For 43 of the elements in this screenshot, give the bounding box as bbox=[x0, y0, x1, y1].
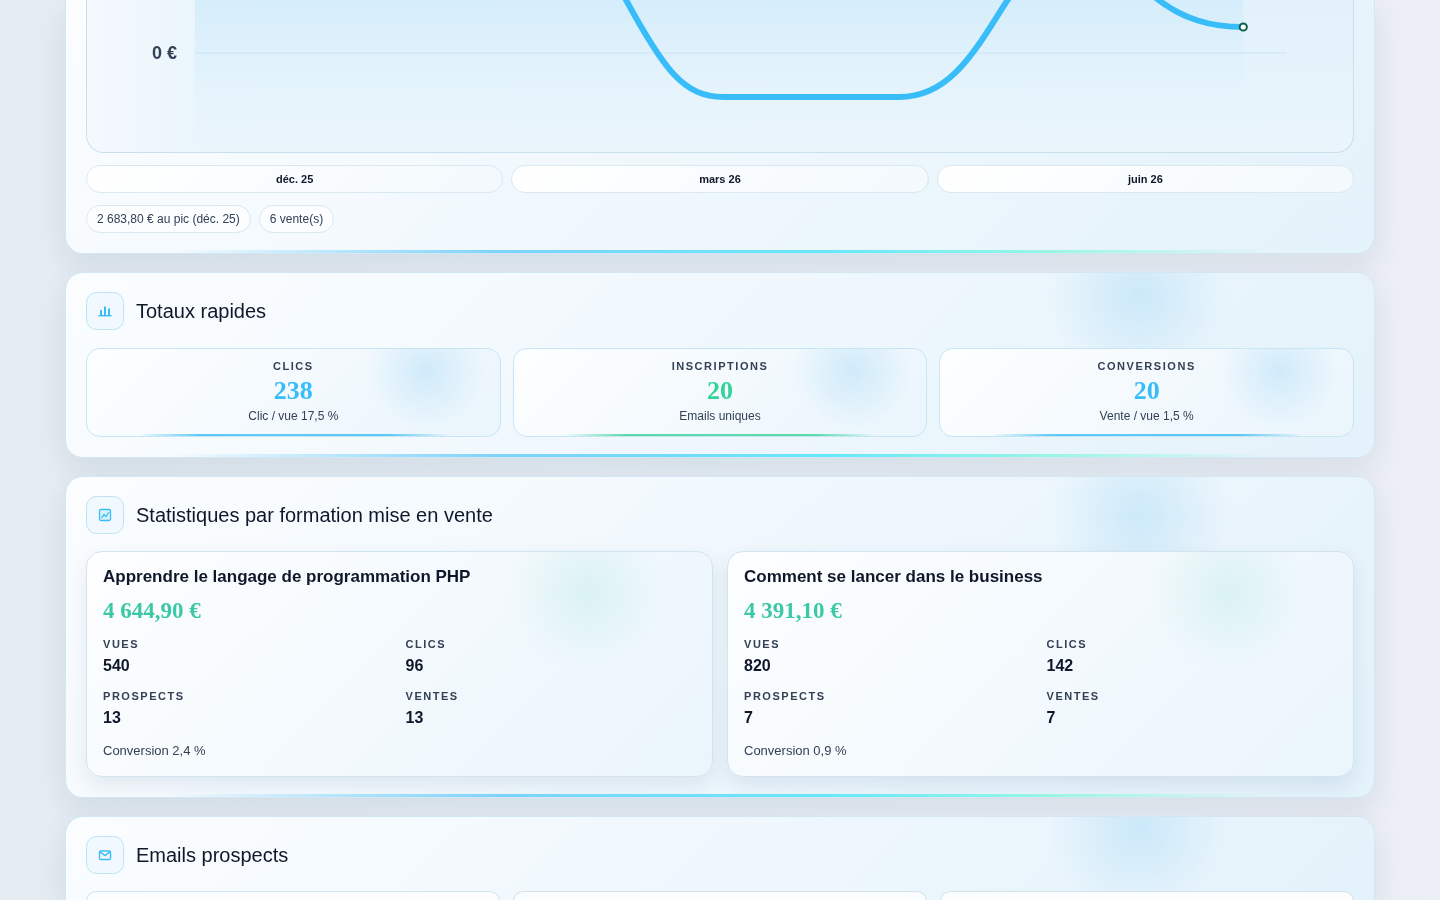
envelope-icon bbox=[86, 836, 124, 874]
metric-label: CLICS bbox=[1046, 637, 1089, 651]
metric-value: 7 bbox=[744, 708, 754, 728]
metric-label: VENTES bbox=[405, 689, 460, 703]
stat-value: 20 bbox=[1132, 377, 1161, 405]
metric-label: VUES bbox=[103, 637, 141, 651]
stat-detail: Emails uniques bbox=[678, 408, 762, 424]
section-title: Totaux rapides bbox=[136, 299, 267, 323]
revenue-amount: 4 644,90 € bbox=[103, 597, 202, 625]
section-title: Emails prospects bbox=[136, 843, 289, 867]
period-label: juin 26 bbox=[936, 165, 1354, 193]
stat-detail: Vente / vue 1,5 % bbox=[1098, 408, 1195, 424]
stat-label: CLICS bbox=[271, 359, 315, 373]
metric-label: CLICS bbox=[405, 637, 448, 651]
metric-value: 540 bbox=[103, 656, 131, 676]
bar-chart-icon bbox=[86, 292, 124, 330]
course-title: Apprendre le langage de programmation PHP bbox=[103, 566, 472, 588]
section-title: Statistiques par formation mise en vente bbox=[136, 503, 493, 527]
axis-label: 0 € bbox=[151, 42, 177, 64]
metric-value: 13 bbox=[103, 708, 122, 728]
stat-label: CONVERSIONS bbox=[1096, 359, 1197, 373]
metric-value: 7 bbox=[1046, 708, 1057, 728]
metric-label: VENTES bbox=[1046, 689, 1101, 703]
metric-label: PROSPECTS bbox=[103, 689, 186, 703]
line-chart-icon bbox=[86, 496, 124, 534]
metric-value: 820 bbox=[744, 656, 772, 676]
course-title: Comment se lancer dans le business bbox=[744, 566, 1044, 588]
metric-label: PROSPECTS bbox=[744, 689, 827, 703]
stat-value: 20 bbox=[706, 377, 734, 405]
stat-value: 238 bbox=[272, 377, 314, 405]
metric-value: 142 bbox=[1046, 656, 1075, 676]
metric-label: VUES bbox=[744, 637, 782, 651]
stat-detail: Clic / vue 17,5 % bbox=[247, 408, 340, 424]
period-label: déc. 25 bbox=[86, 165, 504, 193]
metric-value: 13 bbox=[405, 708, 425, 728]
summary-badge: 6 vente(s) bbox=[258, 205, 335, 233]
period-label: mars 26 bbox=[511, 165, 929, 193]
summary-badge: 2 683,80 € au pic (déc. 25) bbox=[86, 205, 251, 233]
metric-value: 96 bbox=[405, 656, 425, 676]
stat-label: INSCRIPTIONS bbox=[670, 359, 770, 373]
conversion-rate: Conversion 2,4 % bbox=[103, 742, 207, 760]
revenue-amount: 4 391,10 € bbox=[744, 597, 843, 625]
conversion-rate: Conversion 0,9 % bbox=[744, 742, 848, 760]
